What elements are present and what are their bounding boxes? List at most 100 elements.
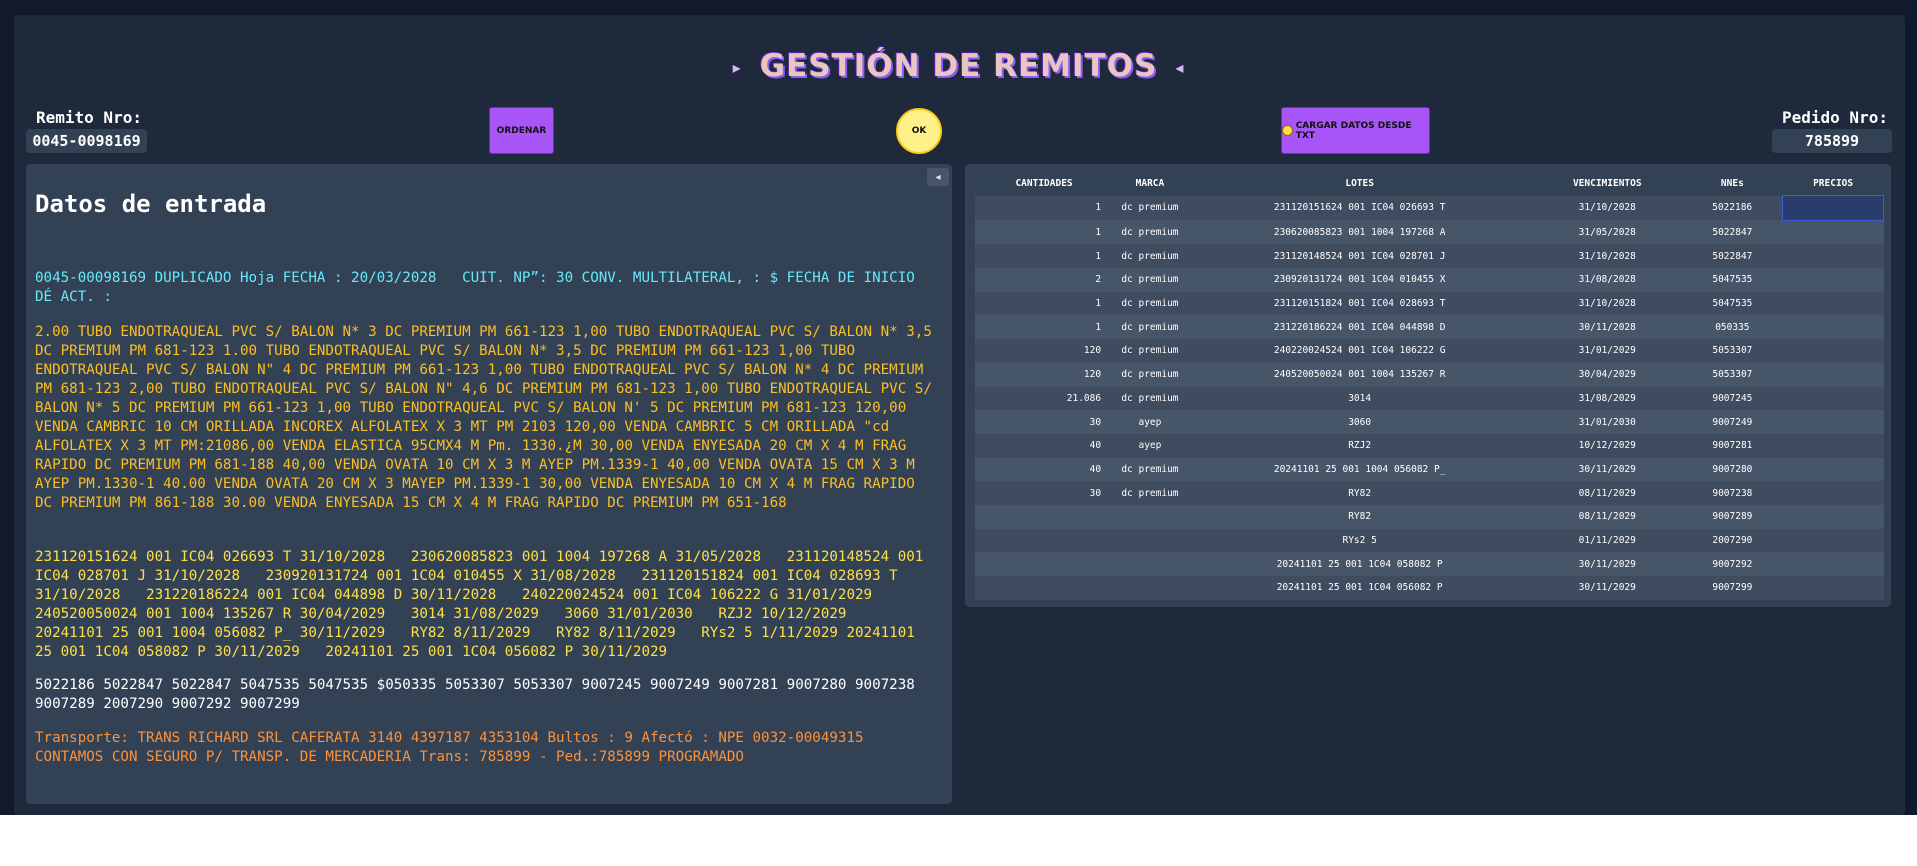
cell-nnes: 5022186	[1682, 195, 1783, 221]
cell-cantidades	[975, 528, 1114, 553]
cell-lotes: 240520050024 001 1004 135267 R	[1186, 362, 1533, 387]
header-lotes: LOTES	[1186, 172, 1533, 196]
table-row: 120 dc premium 240520050024 001 1004 13526…	[975, 362, 1884, 387]
cell-precios[interactable]	[1782, 220, 1884, 245]
cell-marca: dc premium	[1113, 386, 1187, 411]
cell-lotes: 231120151824 001 IC04 028693 T	[1186, 291, 1533, 316]
cell-marca: dc premium	[1113, 457, 1187, 482]
cell-precios[interactable]	[1782, 433, 1884, 458]
table-row: 21.086 dc premium 3014 31/08/2029 9007245	[975, 386, 1884, 411]
cell-lotes: 231120151624 001 IC04 026693 T	[1186, 195, 1533, 221]
cell-lotes: RZJ2	[1186, 433, 1533, 458]
cell-precios[interactable]	[1782, 315, 1884, 340]
cell-nnes: 9007299	[1682, 576, 1783, 600]
cell-cantidades: 120	[975, 362, 1114, 387]
page-title-text: GESTIÓN DE REMITOS	[759, 48, 1158, 84]
cell-cantidades: 40	[975, 433, 1114, 458]
cell-vencimientos: 08/11/2029	[1532, 504, 1683, 529]
cell-lotes: RY82	[1186, 481, 1533, 505]
transport-text: Transporte: TRANS RICHARD SRL CAFERATA 3…	[35, 730, 873, 765]
title-arrow-left-icon: ▸	[732, 58, 742, 77]
cell-lotes: 240220024524 001 IC04 106222 G	[1186, 339, 1533, 363]
table-row: 1 dc premium 231120148524 001 IC04 028701 …	[975, 244, 1884, 269]
ok-button[interactable]: OK	[896, 108, 942, 154]
cell-vencimientos: 30/11/2028	[1532, 315, 1683, 340]
cell-marca: ayep	[1113, 410, 1187, 434]
cell-precios[interactable]	[1782, 362, 1884, 387]
cell-marca	[1113, 528, 1187, 553]
cell-nnes: 5053307	[1682, 339, 1783, 363]
cell-nnes: 5047535	[1682, 291, 1783, 316]
cargar-datos-button[interactable]: CARGAR DATOS DESDE TXT	[1281, 107, 1430, 154]
cell-nnes: 9007238	[1682, 481, 1783, 505]
cell-precios[interactable]	[1782, 457, 1884, 482]
cell-precios[interactable]	[1782, 291, 1884, 316]
cell-cantidades: 21.086	[975, 386, 1114, 411]
cell-precios[interactable]	[1782, 386, 1884, 411]
table-row: 1 dc premium 231220186224 001 IC04 044898 …	[975, 315, 1884, 340]
cell-marca: ayep	[1113, 433, 1187, 458]
table-row: 1 dc premium 230620085823 001 1004 197268 …	[975, 220, 1884, 245]
header-text: 0045-00098169 DUPLICADO Hoja FECHA : 20/…	[35, 270, 924, 305]
cell-nnes: 9007280	[1682, 457, 1783, 482]
cell-lotes: 3060	[1186, 410, 1533, 434]
pedido-label: Pedido Nro:	[1782, 108, 1888, 127]
nnes-text: 5022186 5022847 5022847 5047535 5047535 …	[35, 677, 924, 712]
header-precios: PRECIOS	[1782, 172, 1884, 196]
cell-lotes: 20241101 25 001 1C04 056082 P	[1186, 576, 1533, 600]
cell-nnes: 5022847	[1682, 220, 1783, 245]
cell-cantidades: 2	[975, 268, 1114, 292]
cell-cantidades: 30	[975, 410, 1114, 434]
cell-cantidades: 1	[975, 315, 1114, 340]
cell-marca: dc premium	[1113, 481, 1187, 505]
cell-lotes: 231220186224 001 IC04 044898 D	[1186, 315, 1533, 340]
input-heading: Datos de entrada	[35, 190, 267, 218]
table-body: 1 dc premium 231120151624 001 IC04 026693 …	[975, 195, 1884, 600]
cell-precios[interactable]	[1782, 268, 1884, 292]
cell-cantidades	[975, 576, 1114, 600]
cell-cantidades	[975, 552, 1114, 576]
cell-lotes: 230920131724 001 1C04 010455 X	[1186, 268, 1533, 292]
cell-marca	[1113, 576, 1187, 600]
cargar-datos-label: CARGAR DATOS DESDE TXT	[1295, 120, 1412, 141]
header-vencimientos: VENCIMIENTOS	[1532, 172, 1683, 196]
table-row: 20241101 25 001 1C04 058082 P 30/11/2029 9…	[975, 552, 1884, 576]
collapse-panel-icon[interactable]: ◂	[927, 168, 949, 186]
cell-nnes: 050335	[1682, 315, 1783, 340]
cell-vencimientos: 30/04/2029	[1532, 362, 1683, 387]
cell-vencimientos: 30/11/2029	[1532, 552, 1683, 576]
cell-lotes: 20241101 25 001 1004 056082 P_	[1186, 457, 1533, 482]
ordenar-button[interactable]: ORDENAR	[489, 107, 554, 154]
table-row: RYs2 5 01/11/2029 2007290	[975, 528, 1884, 553]
cell-marca: dc premium	[1113, 195, 1187, 221]
cell-cantidades: 40	[975, 457, 1114, 482]
cell-marca: dc premium	[1113, 268, 1187, 292]
cell-lotes: RYs2 5	[1186, 528, 1533, 553]
yellow-circle-icon	[1282, 125, 1293, 136]
cell-precios[interactable]	[1782, 576, 1884, 600]
cell-precios[interactable]	[1782, 339, 1884, 363]
cell-cantidades: 1	[975, 291, 1114, 316]
cell-precios[interactable]	[1782, 244, 1884, 269]
cell-lotes: 3014	[1186, 386, 1533, 411]
cell-precios[interactable]	[1782, 552, 1884, 576]
cell-vencimientos: 30/11/2029	[1532, 457, 1683, 482]
cell-marca	[1113, 552, 1187, 576]
cell-nnes: 5022847	[1682, 244, 1783, 269]
header-cantidades: CANTIDADES	[975, 172, 1114, 196]
cell-precios[interactable]	[1782, 504, 1884, 529]
cell-precios[interactable]	[1782, 528, 1884, 553]
remito-number: 0045-0098169	[26, 129, 147, 153]
cell-precios[interactable]	[1782, 195, 1884, 221]
cell-vencimientos: 31/10/2028	[1532, 291, 1683, 316]
table-row: 40 dc premium 20241101 25 001 1004 056082 …	[975, 457, 1884, 482]
cell-cantidades: 1	[975, 195, 1114, 221]
cell-precios[interactable]	[1782, 481, 1884, 505]
pedido-number: 785899	[1772, 129, 1892, 153]
table-row: 2 dc premium 230920131724 001 1C04 010455 …	[975, 268, 1884, 292]
cell-precios[interactable]	[1782, 410, 1884, 434]
cell-cantidades: 30	[975, 481, 1114, 505]
remito-label: Remito Nro:	[36, 108, 142, 127]
cell-nnes: 9007245	[1682, 386, 1783, 411]
cell-nnes: 5047535	[1682, 268, 1783, 292]
